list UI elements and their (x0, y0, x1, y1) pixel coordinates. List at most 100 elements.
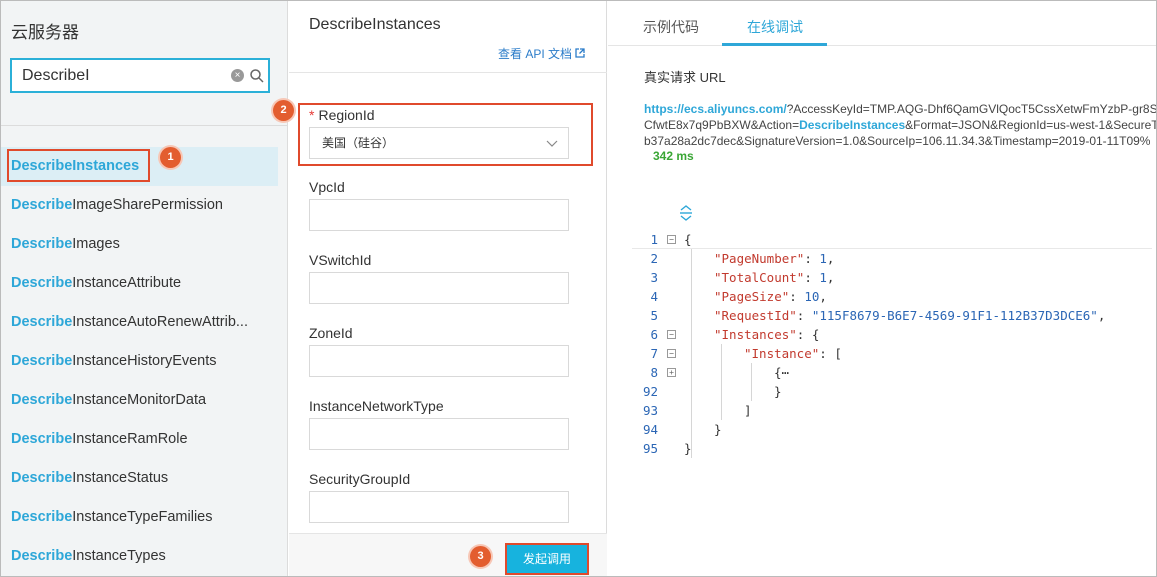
api-doc-link[interactable]: 查看 API 文档 (498, 45, 585, 62)
api-name-rest: InstanceRamRole (72, 431, 188, 447)
api-search-box[interactable]: × (10, 58, 270, 93)
json-response-viewer[interactable]: 1−{2 "PageNumber": 1, 3 "TotalCount": 1, 4 "P… (632, 230, 1152, 458)
line-number: 2 (650, 251, 658, 266)
code-text: {⋯ (774, 365, 790, 380)
api-list-item[interactable]: DescribeInstanceStatus (1, 459, 287, 498)
json-punctuation: , (826, 270, 835, 285)
indent-guide (691, 249, 692, 458)
api-list-item[interactable]: DescribeInstanceAutoRenewAttrib... (1, 303, 287, 342)
code-text: "Instances": { (714, 325, 819, 344)
vswitch-input[interactable] (309, 272, 569, 304)
api-name-rest: InstanceAttribute (72, 275, 182, 291)
json-value: 1 (819, 251, 827, 266)
tab-sample-code[interactable]: 示例代码 (643, 17, 699, 37)
json-key: "Instance" (744, 346, 820, 361)
divider (289, 72, 607, 73)
annotation-box-1 (7, 149, 150, 182)
json-separator: : (819, 346, 835, 361)
vpc-input[interactable] (309, 199, 569, 231)
api-title: DescribeInstances (309, 16, 441, 33)
url-action-highlight: DescribeInstances (799, 118, 906, 132)
json-punctuation: , (826, 251, 835, 266)
line-number: 1 (650, 232, 658, 247)
network-type-input[interactable] (309, 418, 569, 450)
api-list-item[interactable]: DescribeInstanceHistoryEvents (1, 342, 287, 381)
submit-button[interactable]: 发起调用 (505, 543, 589, 575)
zone-label: ZoneId (309, 325, 353, 341)
api-list-item[interactable]: DescribeInstanceTypeFamilies (1, 498, 287, 537)
clear-icon[interactable]: × (231, 69, 244, 82)
latency-value: 342 ms (653, 149, 694, 163)
code-line: 92} (632, 382, 1152, 401)
json-punctuation: , (1097, 308, 1106, 323)
line-number: 5 (650, 308, 658, 323)
code-line: 4 "PageSize": 10, (632, 287, 1152, 306)
security-group-input[interactable] (309, 491, 569, 523)
api-name-match: Describe (11, 392, 73, 408)
line-number: 92 (642, 384, 658, 399)
security-group-label: SecurityGroupId (309, 471, 411, 487)
fold-icon[interactable]: − (667, 235, 676, 244)
json-key: "Instances" (714, 327, 797, 342)
api-list-item[interactable]: DescribeInstanceTypes (1, 537, 287, 576)
url-host-link[interactable]: https://ecs.aliyuncs.com/ (644, 102, 787, 116)
api-name-rest: InstanceMonitorData (72, 392, 207, 408)
expand-icon[interactable]: + (667, 368, 676, 377)
api-name-match: Describe (11, 275, 73, 291)
step-badge-1: 1 (160, 147, 181, 168)
api-name-rest: ImageSharePermission (72, 197, 223, 213)
url-part: b37a28a2dc7dec&SignatureVersion=1.0&Sour… (644, 134, 1151, 148)
code-text: "Instance": [ (744, 344, 842, 363)
api-list-item[interactable]: DescribeInstanceAttribute (1, 264, 287, 303)
divider (1, 125, 287, 126)
json-key: "PageSize" (714, 289, 790, 304)
parameter-panel: DescribeInstances 查看 API 文档 * RegionId 美国… (289, 1, 607, 576)
line-number: 95 (642, 441, 658, 456)
tab-bar: 示例代码 在线调试 (608, 1, 1156, 46)
code-line: 95} (632, 439, 1152, 458)
active-tab-indicator (722, 43, 827, 46)
code-text: } (714, 422, 722, 437)
api-list-item[interactable]: DescribeInstanceRamRole (1, 420, 287, 459)
code-text: "PageSize": 10, (714, 287, 827, 306)
search-input[interactable] (22, 65, 222, 87)
json-separator: : (796, 327, 812, 342)
code-line: 93] (632, 401, 1152, 420)
code-text: } (774, 384, 782, 399)
tab-online-debug[interactable]: 在线调试 (747, 17, 803, 37)
indent-guide (751, 363, 752, 401)
code-text: ] (744, 403, 752, 418)
request-url-label: 真实请求 URL (644, 70, 726, 85)
api-name-rest: InstanceTypes (72, 548, 166, 564)
api-list-item[interactable]: DescribeImages (1, 225, 287, 264)
zone-input[interactable] (309, 345, 569, 377)
line-number: 7 (650, 346, 658, 361)
api-doc-link-label: 查看 API 文档 (498, 47, 573, 61)
fold-icon[interactable]: − (667, 330, 676, 339)
fold-icon[interactable]: − (667, 349, 676, 358)
code-line: 7− "Instance": [ (632, 344, 1152, 363)
json-punctuation: [ (834, 346, 842, 361)
code-text: "PageNumber": 1, (714, 249, 834, 268)
api-list-item[interactable]: DescribeInstanceMonitorData (1, 381, 287, 420)
api-name-rest: InstanceHistoryEvents (72, 353, 217, 369)
request-url[interactable]: https://ecs.aliyuncs.com/?AccessKeyId=TM… (644, 101, 1156, 149)
url-part: ?AccessKeyId=TMP.AQG-Dhf6QamGVlQocT5CssX… (786, 102, 1156, 116)
api-list-item[interactable]: DescribeImageSharePermission (1, 186, 287, 225)
json-value: 10 (804, 289, 820, 304)
step-badge-3: 3 (470, 546, 491, 567)
step-badge-2: 2 (273, 100, 294, 121)
annotation-box-2 (298, 103, 593, 166)
api-list: DescribeInstances DescribeImageSharePermi… (1, 147, 287, 576)
search-icon[interactable] (249, 68, 265, 84)
vswitch-label: VSwitchId (309, 252, 372, 268)
json-value: 1 (819, 270, 827, 285)
code-line: 8 + {⋯ (632, 363, 1152, 382)
api-name-rest: Images (72, 236, 120, 252)
code-text: { (684, 232, 692, 247)
json-punctuation: , (819, 289, 827, 304)
collapse-all-icon[interactable] (679, 205, 693, 221)
code-line: 1−{ (632, 230, 1152, 249)
line-number: 3 (650, 270, 658, 285)
vpc-label: VpcId (309, 179, 345, 195)
